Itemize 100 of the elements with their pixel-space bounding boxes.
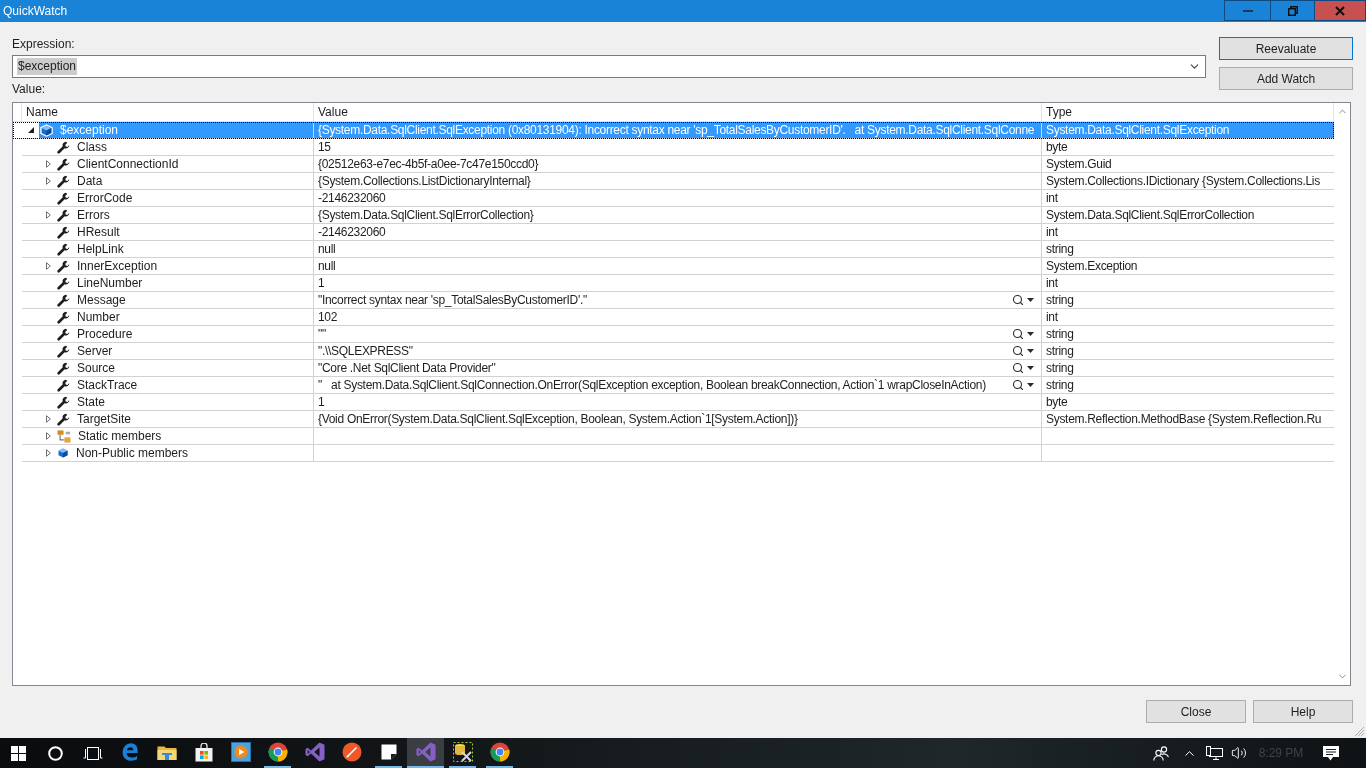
item-type: System.Data.SqlClient.SqlErrorCollection (1045, 207, 1255, 224)
collapsed-arrow-icon[interactable] (45, 177, 51, 185)
item-name: ErrorCode (77, 190, 133, 207)
tree-row[interactable]: HelpLink null string (13, 241, 1334, 258)
collapsed-arrow-icon[interactable] (45, 160, 51, 168)
tree-row[interactable]: HResult -2146232060 int (13, 224, 1334, 241)
close-button[interactable] (1315, 0, 1366, 21)
taskbar-button[interactable] (407, 738, 444, 768)
item-type: byte (1045, 394, 1068, 411)
tree-row[interactable]: Procedure "" string (13, 326, 1334, 343)
tree-row[interactable]: ClientConnectionId {02512e63-e7ec-4b5f-a0ee-7c47e150ccd0} System.Guid (13, 156, 1334, 173)
visualizer-button[interactable] (1012, 360, 1034, 376)
wrench-icon (57, 140, 70, 154)
item-value: {Void OnError(System.Data.SqlClient.SqlException, Boolean, System.Action`1[System.Action])} (317, 411, 798, 428)
start-icon[interactable] (11, 745, 26, 761)
magnifier-icon (1012, 294, 1024, 306)
collapsed-arrow-icon[interactable] (45, 415, 51, 423)
tree-row[interactable]: InnerException null System.Exception (13, 258, 1334, 275)
item-type: System.Exception (1045, 258, 1138, 275)
item-value: {System.Data.SqlClient.SqlErrorCollection} (317, 207, 534, 224)
tree-row[interactable]: TargetSite {Void OnError(System.Data.SqlClient.SqlException, Boolean, System.Action`1[System.Action])} System.Reflection.MethodBase {System.Reflection.Ru (13, 411, 1334, 428)
resize-grip-icon[interactable] (1354, 726, 1365, 737)
tree-row[interactable]: Data {System.Collections.ListDictionaryInternal} System.Collections.IDictionary {System.Collections.Lis (13, 173, 1334, 190)
caret-icon (1027, 332, 1034, 336)
expanded-arrow-icon[interactable] (28, 127, 34, 133)
tree-row[interactable]: Errors {System.Data.SqlClient.SqlErrorCollection} System.Data.SqlClient.SqlErrorCollection (13, 207, 1334, 224)
column-header[interactable]: Name (22, 103, 314, 121)
wrench-icon (57, 259, 70, 273)
item-name: $exception (60, 122, 119, 139)
visualizer-button[interactable] (1012, 377, 1034, 393)
item-type: System.Collections.IDictionary {System.Collections.Lis (1045, 173, 1320, 190)
dialog-button[interactable]: Help (1253, 700, 1353, 723)
column-header[interactable]: Value (314, 103, 1042, 121)
tree-row[interactable]: Source "Core .Net SqlClient Data Provider" string (13, 360, 1334, 377)
tree-row[interactable]: Number 102 int (13, 309, 1334, 326)
expression-combo[interactable]: $exception (12, 55, 1206, 78)
magnifier-icon (1012, 379, 1024, 391)
ring-icon[interactable] (48, 745, 63, 761)
hierarchy-icon (57, 429, 71, 443)
item-value: null (317, 241, 336, 258)
caret-icon (1027, 349, 1034, 353)
visualizer-button[interactable] (1012, 343, 1034, 359)
item-value: 102 (317, 309, 338, 326)
wrench-icon (57, 276, 70, 290)
item-type: string (1045, 360, 1074, 377)
ribbon-logo-icon[interactable] (304, 742, 325, 762)
notification-icon[interactable] (1323, 745, 1339, 761)
item-value: {02512e63-e7ec-4b5f-a0ee-7c47e150ccd0} (317, 156, 539, 173)
item-type: System.Guid (1045, 156, 1112, 173)
browser-icon[interactable] (489, 742, 510, 762)
item-type: string (1045, 292, 1074, 309)
tree-row[interactable]: Message "Incorrect syntax near 'sp_TotalSalesByCustomerID'." string (13, 292, 1334, 309)
value-label: Value: (12, 82, 46, 97)
tree-row[interactable]: ErrorCode -2146232060 int (13, 190, 1334, 207)
magnifier-icon (1012, 362, 1024, 374)
caret-icon (1027, 366, 1034, 370)
item-type: int (1045, 275, 1058, 292)
collapsed-arrow-icon[interactable] (45, 432, 51, 440)
tree-row[interactable]: Class 15 byte (13, 139, 1334, 156)
wrench-icon (57, 361, 70, 375)
action-button[interactable]: Add Watch (1219, 67, 1353, 90)
tools-icon[interactable] (452, 742, 473, 762)
dialog-button[interactable]: Close (1146, 700, 1246, 723)
play-tile-icon[interactable] (230, 742, 251, 762)
wrench-icon (57, 242, 70, 256)
item-name: ClientConnectionId (77, 156, 179, 173)
tree-row[interactable]: Static members (13, 428, 1334, 445)
action-button[interactable]: Reevaluate (1219, 37, 1353, 60)
wrench-icon (57, 225, 70, 239)
collapsed-arrow-icon[interactable] (45, 262, 51, 270)
visualizer-button[interactable] (1012, 326, 1034, 342)
volume-icon[interactable] (1231, 745, 1247, 761)
pen-circle-icon[interactable] (341, 742, 362, 762)
wrench-icon (57, 174, 70, 188)
tree-row[interactable]: State 1 byte (13, 394, 1334, 411)
collapsed-arrow-icon[interactable] (45, 211, 51, 219)
item-value: "Core .Net SqlClient Data Provider" (317, 360, 496, 377)
browser-icon[interactable] (267, 742, 288, 762)
tree-row[interactable]: Server ".\\SQLEXPRESS" string (13, 343, 1334, 360)
item-name: InnerException (77, 258, 158, 275)
visualizer-button[interactable] (1012, 292, 1034, 308)
minimize-button[interactable] (1224, 0, 1271, 21)
item-value: "Incorrect syntax near 'sp_TotalSalesByCustomerID'." (317, 292, 587, 309)
wrench-icon (57, 327, 70, 341)
tree-row[interactable]: StackTrace " at System.Data.SqlClient.SqlConnection.OnError(SqlException exception, Boolean breakConnection, Action`1 wrapCloseInAction) string (13, 377, 1334, 394)
restore-button[interactable] (1271, 0, 1315, 21)
collapsed-arrow-icon[interactable] (45, 449, 51, 457)
shopping-bag-icon[interactable] (194, 742, 213, 762)
item-name: State (77, 394, 106, 411)
tree-row[interactable]: Non-Public members (13, 445, 1334, 462)
tree-row[interactable]: LineNumber 1 int (13, 275, 1334, 292)
wrench-icon (57, 191, 70, 205)
wrench-icon (57, 412, 70, 426)
task-view-icon[interactable] (82, 746, 103, 760)
sticky-note-icon[interactable] (380, 744, 397, 760)
people-icon[interactable] (1153, 745, 1169, 761)
item-type: string (1045, 377, 1074, 394)
item-name: HelpLink (77, 241, 124, 258)
network-icon[interactable] (1205, 745, 1223, 761)
close-icon (1335, 5, 1345, 16)
